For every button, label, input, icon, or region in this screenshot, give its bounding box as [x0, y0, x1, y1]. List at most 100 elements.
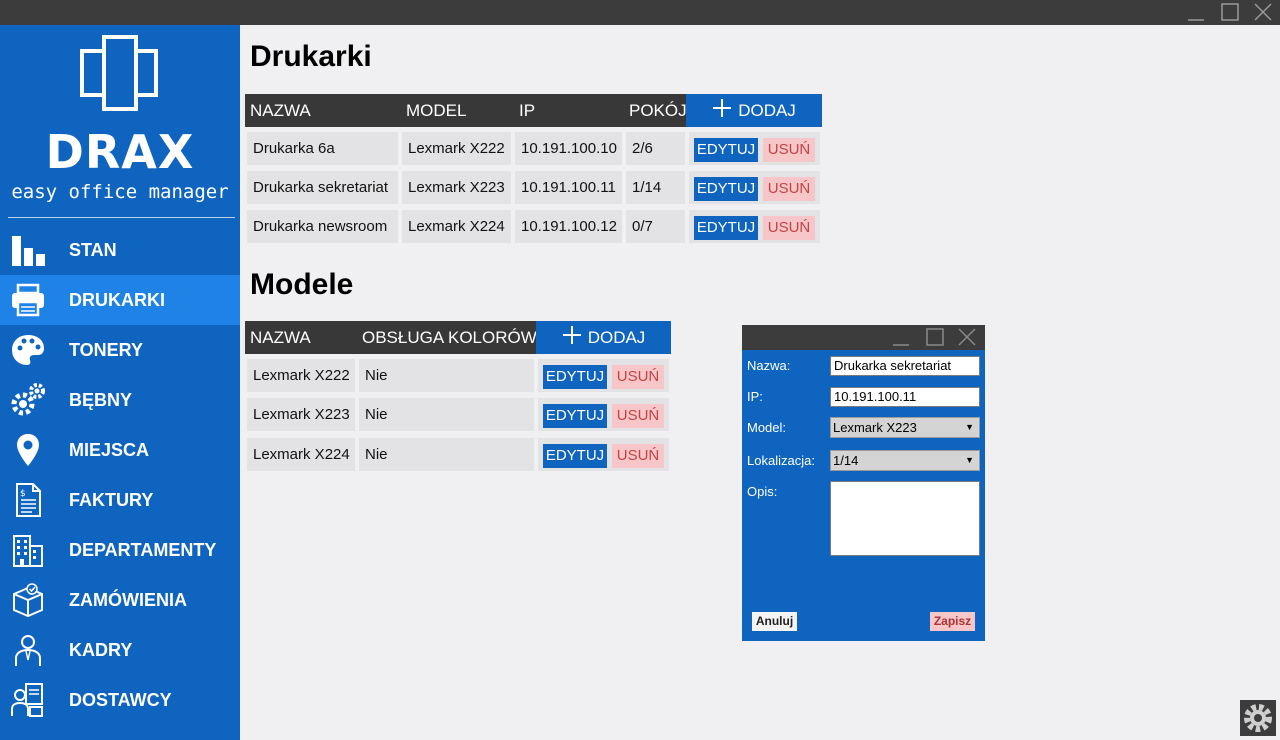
delete-model-button[interactable]: USUŃ — [612, 404, 664, 428]
printer-room-cell: 1/14 — [626, 171, 685, 204]
model-select[interactable]: Lexmark X223 ▼ — [830, 417, 980, 438]
printer-model-cell: Lexmark X224 — [402, 210, 511, 243]
printer-icon — [10, 282, 46, 318]
close-icon[interactable] — [1251, 2, 1275, 23]
sidebar-item-faktury[interactable]: $ FAKTURY — [0, 475, 240, 525]
sidebar-item-tonery[interactable]: TONERY — [0, 325, 240, 375]
printer-ip-cell: 10.191.100.10 — [515, 132, 622, 165]
ip-field[interactable]: 10.191.100.11 — [830, 387, 980, 407]
model-select-value: Lexmark X223 — [833, 420, 917, 435]
description-field[interactable] — [830, 481, 980, 556]
printer-model-cell: Lexmark X222 — [402, 132, 511, 165]
sidebar-item-bebny[interactable]: BĘBNY — [0, 375, 240, 425]
edit-printer-button[interactable]: EDYTUJ — [694, 138, 758, 162]
package-icon — [10, 582, 46, 618]
sidebar-item-drukarki[interactable]: DRUKARKI — [0, 275, 240, 325]
model-label: Model: — [747, 420, 787, 435]
svg-text:$: $ — [20, 489, 26, 499]
sidebar-item-label: FAKTURY — [69, 489, 154, 510]
printers-table-header: NAZWA MODEL IP POKÓJ — [245, 94, 687, 127]
model-name-cell: Lexmark X224 — [247, 438, 355, 471]
edit-model-button[interactable]: EDYTUJ — [543, 404, 607, 428]
brand-name: DRAX — [45, 125, 195, 179]
add-model-label: DODAJ — [587, 327, 646, 347]
printer-ip-cell: 10.191.100.11 — [515, 171, 622, 204]
map-pin-icon — [10, 432, 46, 468]
chevron-down-icon: ▼ — [965, 455, 974, 465]
sidebar-item-label: KADRY — [69, 639, 133, 660]
sidebar-item-label: DEPARTAMENTY — [69, 539, 217, 560]
delete-printer-button[interactable]: USUŃ — [763, 177, 815, 201]
column-header-room: POKÓJ — [629, 101, 687, 120]
sidebar-item-dostawcy[interactable]: DOSTAWCY — [0, 675, 240, 725]
printer-model-cell: Lexmark X223 — [402, 171, 511, 204]
model-color-cell: Nie — [359, 398, 534, 431]
column-header-name: NAZWA — [250, 101, 311, 120]
description-label: Opis: — [747, 484, 778, 499]
edit-printer-button[interactable]: EDYTUJ — [694, 216, 758, 240]
delete-model-button[interactable]: USUŃ — [612, 444, 664, 468]
save-button[interactable]: Zapisz — [930, 612, 975, 631]
dialog-title-bar — [742, 325, 985, 350]
cancel-button[interactable]: Anuluj — [752, 612, 797, 631]
printer-name-cell: Drukarka newsroom — [247, 210, 398, 243]
printer-ip-cell: 10.191.100.12 — [515, 210, 622, 243]
sidebar-item-label: DRUKARKI — [69, 289, 165, 310]
column-header-model: MODEL — [406, 101, 467, 120]
sidebar-nav: STAN DRUKARKI TONERY BĘBNY MIEJSCA $ FAK… — [0, 225, 240, 725]
edit-model-button[interactable]: EDYTUJ — [543, 365, 607, 389]
sidebar-item-zamowienia[interactable]: ZAMÓWIENIA — [0, 575, 240, 625]
ip-label: IP: — [747, 389, 763, 404]
maximize-icon[interactable] — [1218, 2, 1242, 23]
sidebar-item-departamenty[interactable]: DEPARTAMENTY — [0, 525, 240, 575]
printer-name-cell: Drukarka sekretariat — [247, 171, 398, 204]
sidebar-item-label: STAN — [69, 239, 117, 260]
edit-printer-button[interactable]: EDYTUJ — [694, 177, 758, 201]
sidebar-item-label: DOSTAWCY — [69, 689, 172, 710]
models-section-title: Modele — [250, 268, 354, 301]
column-header-color-support: OBSŁUGA KOLORÓW — [362, 328, 537, 347]
plus-icon — [712, 98, 732, 123]
settings-gear-icon[interactable] — [1240, 700, 1276, 736]
building-icon — [10, 532, 46, 568]
model-color-cell: Nie — [359, 359, 534, 392]
name-field[interactable]: Drukarka sekretariat — [830, 356, 980, 376]
sidebar-item-kadry[interactable]: KADRY — [0, 625, 240, 675]
printer-name-cell: Drukarka 6a — [247, 132, 398, 165]
minimize-icon[interactable] — [890, 327, 912, 353]
model-color-cell: Nie — [359, 438, 534, 471]
sidebar-item-label: MIEJSCA — [69, 439, 150, 460]
model-name-cell: Lexmark X223 — [247, 398, 355, 431]
sidebar-item-label: ZAMÓWIENIA — [69, 589, 187, 610]
person-icon — [10, 632, 46, 668]
model-name-cell: Lexmark X222 — [247, 359, 355, 392]
edit-printer-dialog: Nazwa: Drukarka sekretariat IP: 10.191.1… — [742, 325, 985, 641]
column-header-name: NAZWA — [250, 328, 311, 347]
models-table-header: NAZWA OBSŁUGA KOLORÓW — [245, 321, 537, 354]
location-select[interactable]: 1/14 ▼ — [830, 450, 980, 471]
edit-model-button[interactable]: EDYTUJ — [543, 444, 607, 468]
sidebar: DRAX easy office manager STAN DRUKARKI T… — [0, 25, 240, 740]
title-bar — [0, 0, 1280, 25]
maximize-icon[interactable] — [924, 327, 946, 353]
add-model-button[interactable]: DODAJ — [536, 321, 671, 354]
drax-logo-icon — [80, 35, 160, 116]
close-icon[interactable] — [956, 327, 978, 353]
sidebar-item-label: BĘBNY — [69, 389, 133, 410]
printer-room-cell: 2/6 — [626, 132, 685, 165]
sidebar-item-miejsca[interactable]: MIEJSCA — [0, 425, 240, 475]
add-printer-label: DODAJ — [738, 100, 796, 120]
column-header-ip: IP — [519, 101, 536, 120]
add-printer-button[interactable]: DODAJ — [686, 94, 822, 127]
gears-icon — [10, 382, 46, 418]
delete-printer-button[interactable]: USUŃ — [763, 138, 815, 162]
supplier-icon — [10, 682, 46, 718]
location-label: Lokalizacja: — [747, 453, 815, 468]
delete-model-button[interactable]: USUŃ — [612, 365, 664, 389]
sidebar-item-stan[interactable]: STAN — [0, 225, 240, 275]
minimize-icon[interactable] — [1184, 2, 1208, 23]
delete-printer-button[interactable]: USUŃ — [763, 216, 815, 240]
location-select-value: 1/14 — [833, 453, 859, 468]
chevron-down-icon: ▼ — [965, 422, 974, 432]
brand-tagline: easy office manager — [11, 181, 229, 203]
